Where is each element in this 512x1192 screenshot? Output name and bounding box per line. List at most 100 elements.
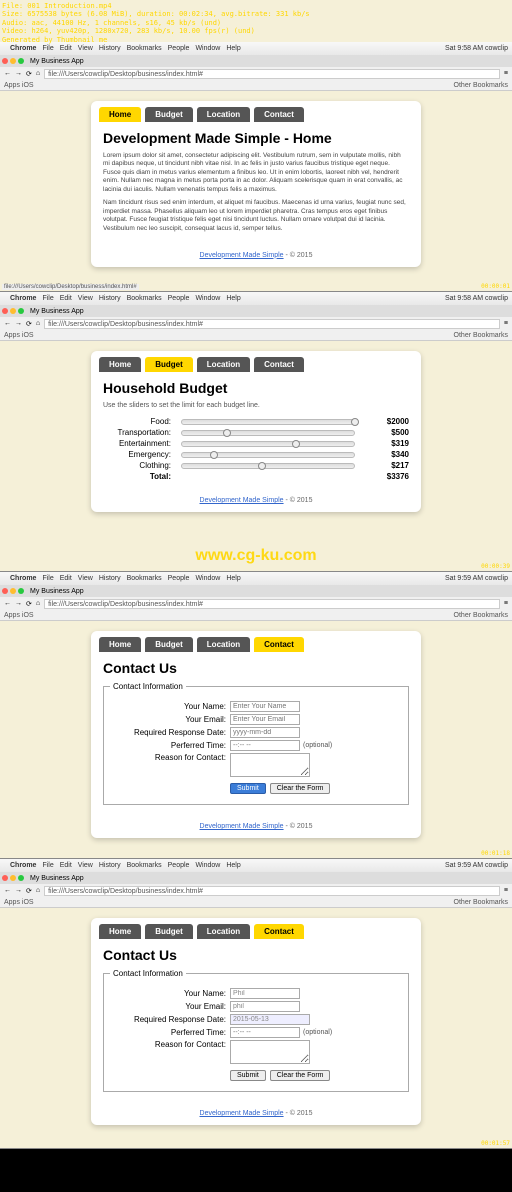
browser-tab[interactable]: My Business App bbox=[30, 875, 84, 882]
budget-slider[interactable] bbox=[181, 452, 355, 458]
footer-link[interactable]: Development Made Simple bbox=[200, 823, 284, 830]
menu-edit[interactable]: Edit bbox=[60, 862, 72, 869]
browser-tab[interactable]: My Business App bbox=[30, 58, 84, 65]
bookmarks-right[interactable]: Other Bookmarks bbox=[454, 612, 508, 619]
menu-file[interactable]: File bbox=[42, 862, 53, 869]
menu-help[interactable]: Help bbox=[226, 862, 240, 869]
window-controls[interactable] bbox=[2, 58, 24, 64]
address-bar[interactable]: file:///Users/cowclip/Desktop/business/i… bbox=[44, 599, 500, 609]
reload-button[interactable]: ⟳ bbox=[26, 600, 32, 608]
address-bar[interactable]: file:///Users/cowclip/Desktop/business/i… bbox=[44, 69, 500, 79]
submit-button[interactable]: Submit bbox=[230, 1070, 266, 1081]
menu-edit[interactable]: Edit bbox=[60, 575, 72, 582]
budget-slider[interactable] bbox=[181, 430, 355, 436]
tab-location[interactable]: Location bbox=[197, 107, 250, 122]
tab-budget[interactable]: Budget bbox=[145, 924, 193, 939]
menu-file[interactable]: File bbox=[42, 575, 53, 582]
reload-button[interactable]: ⟳ bbox=[26, 887, 32, 895]
menu-edit[interactable]: Edit bbox=[60, 295, 72, 302]
menu-view[interactable]: View bbox=[78, 295, 93, 302]
reload-button[interactable]: ⟳ bbox=[26, 320, 32, 328]
menu-window[interactable]: Window bbox=[195, 575, 220, 582]
menu-icon[interactable]: ≡ bbox=[504, 70, 508, 77]
menu-file[interactable]: File bbox=[42, 295, 53, 302]
tab-budget[interactable]: Budget bbox=[145, 637, 193, 652]
home-button[interactable]: ⌂ bbox=[36, 320, 40, 327]
clear-button[interactable]: Clear the Form bbox=[270, 783, 331, 794]
menu-icon[interactable]: ≡ bbox=[504, 600, 508, 607]
input-email[interactable] bbox=[230, 714, 300, 725]
bookmarks-left[interactable]: Apps iOS bbox=[4, 612, 34, 619]
window-controls[interactable] bbox=[2, 588, 24, 594]
menu-help[interactable]: Help bbox=[226, 295, 240, 302]
slider-knob[interactable] bbox=[223, 429, 231, 437]
forward-button[interactable]: → bbox=[15, 600, 22, 607]
tab-budget[interactable]: Budget bbox=[145, 357, 193, 372]
window-controls[interactable] bbox=[2, 875, 24, 881]
menu-file[interactable]: File bbox=[42, 45, 53, 52]
menu-bookmarks[interactable]: Bookmarks bbox=[127, 295, 162, 302]
tab-home[interactable]: Home bbox=[99, 357, 141, 372]
home-button[interactable]: ⌂ bbox=[36, 887, 40, 894]
slider-knob[interactable] bbox=[292, 440, 300, 448]
input-reason[interactable] bbox=[230, 753, 310, 777]
forward-button[interactable]: → bbox=[15, 887, 22, 894]
input-email[interactable] bbox=[230, 1001, 300, 1012]
menu-icon[interactable]: ≡ bbox=[504, 320, 508, 327]
slider-knob[interactable] bbox=[258, 462, 266, 470]
menu-people[interactable]: People bbox=[168, 575, 190, 582]
input-name[interactable] bbox=[230, 701, 300, 712]
bookmarks-right[interactable]: Other Bookmarks bbox=[454, 82, 508, 89]
menu-history[interactable]: History bbox=[99, 575, 121, 582]
bookmarks-right[interactable]: Other Bookmarks bbox=[454, 332, 508, 339]
slider-knob[interactable] bbox=[210, 451, 218, 459]
tab-location[interactable]: Location bbox=[197, 637, 250, 652]
back-button[interactable]: ← bbox=[4, 320, 11, 327]
menu-window[interactable]: Window bbox=[195, 862, 220, 869]
tab-contact[interactable]: Contact bbox=[254, 107, 304, 122]
forward-button[interactable]: → bbox=[15, 320, 22, 327]
home-button[interactable]: ⌂ bbox=[36, 600, 40, 607]
budget-slider[interactable] bbox=[181, 463, 355, 469]
menu-bookmarks[interactable]: Bookmarks bbox=[127, 575, 162, 582]
menu-help[interactable]: Help bbox=[226, 45, 240, 52]
budget-slider[interactable] bbox=[181, 419, 355, 425]
menu-people[interactable]: People bbox=[168, 45, 190, 52]
menu-people[interactable]: People bbox=[168, 295, 190, 302]
slider-knob[interactable] bbox=[351, 418, 359, 426]
bookmarks-left[interactable]: Apps iOS bbox=[4, 82, 34, 89]
menu-history[interactable]: History bbox=[99, 45, 121, 52]
footer-link[interactable]: Development Made Simple bbox=[200, 497, 284, 504]
input-date[interactable] bbox=[230, 1014, 310, 1025]
menu-view[interactable]: View bbox=[78, 575, 93, 582]
forward-button[interactable]: → bbox=[15, 70, 22, 77]
menu-edit[interactable]: Edit bbox=[60, 45, 72, 52]
tab-budget[interactable]: Budget bbox=[145, 107, 193, 122]
menu-help[interactable]: Help bbox=[226, 575, 240, 582]
input-time[interactable] bbox=[230, 1027, 300, 1038]
submit-button[interactable]: Submit bbox=[230, 783, 266, 794]
tab-contact[interactable]: Contact bbox=[254, 637, 304, 652]
menu-history[interactable]: History bbox=[99, 862, 121, 869]
input-reason[interactable] bbox=[230, 1040, 310, 1064]
tab-home[interactable]: Home bbox=[99, 637, 141, 652]
browser-tab[interactable]: My Business App bbox=[30, 588, 84, 595]
tab-location[interactable]: Location bbox=[197, 357, 250, 372]
home-button[interactable]: ⌂ bbox=[36, 70, 40, 77]
menu-view[interactable]: View bbox=[78, 862, 93, 869]
menu-bookmarks[interactable]: Bookmarks bbox=[127, 862, 162, 869]
tab-contact[interactable]: Contact bbox=[254, 924, 304, 939]
menu-history[interactable]: History bbox=[99, 295, 121, 302]
input-date[interactable] bbox=[230, 727, 300, 738]
footer-link[interactable]: Development Made Simple bbox=[200, 252, 284, 259]
bookmarks-left[interactable]: Apps iOS bbox=[4, 332, 34, 339]
address-bar[interactable]: file:///Users/cowclip/Desktop/business/i… bbox=[44, 319, 500, 329]
footer-link[interactable]: Development Made Simple bbox=[200, 1110, 284, 1117]
bookmarks-right[interactable]: Other Bookmarks bbox=[454, 899, 508, 906]
tab-contact[interactable]: Contact bbox=[254, 357, 304, 372]
menu-bookmarks[interactable]: Bookmarks bbox=[127, 45, 162, 52]
menu-people[interactable]: People bbox=[168, 862, 190, 869]
browser-tab[interactable]: My Business App bbox=[30, 308, 84, 315]
clear-button[interactable]: Clear the Form bbox=[270, 1070, 331, 1081]
bookmarks-left[interactable]: Apps iOS bbox=[4, 899, 34, 906]
